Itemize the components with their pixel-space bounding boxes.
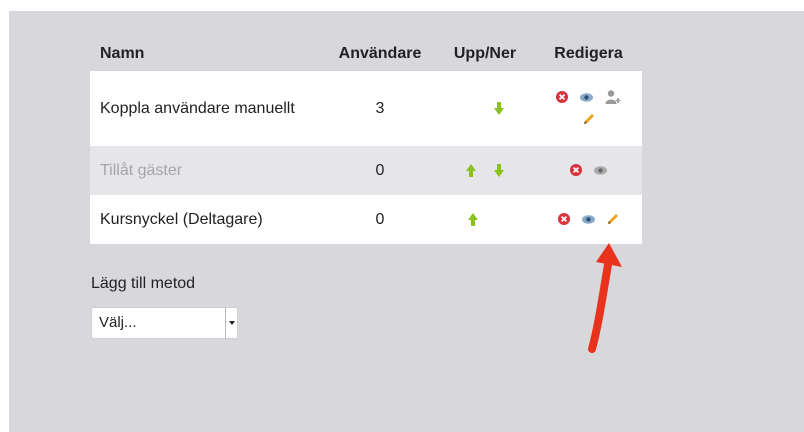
header-updown: Upp/Ner bbox=[453, 45, 517, 62]
annotation-arrow-icon bbox=[588, 243, 622, 353]
select-dropdown-button[interactable] bbox=[225, 307, 238, 339]
updown-cell bbox=[435, 146, 535, 195]
enrolment-methods-table: Namn Användare Upp/Ner Redigera Koppla a… bbox=[90, 37, 642, 244]
user-count: 3 bbox=[325, 71, 435, 146]
table-row: Koppla användare manuellt 3 bbox=[90, 71, 642, 146]
content-panel: Namn Användare Upp/Ner Redigera Koppla a… bbox=[9, 11, 804, 432]
header-name: Namn bbox=[100, 45, 145, 62]
eye-icon[interactable] bbox=[594, 166, 608, 175]
delete-icon[interactable] bbox=[557, 213, 570, 226]
edit-cell bbox=[535, 146, 642, 195]
user-count: 0 bbox=[325, 146, 435, 195]
edit-pencil-icon[interactable] bbox=[583, 113, 595, 125]
header-edit: Redigera bbox=[554, 45, 623, 62]
eye-icon[interactable] bbox=[580, 93, 593, 102]
arrow-down-icon[interactable] bbox=[494, 101, 504, 115]
method-name: Kursnyckel (Deltagare) bbox=[90, 195, 325, 244]
table-header-row: Namn Användare Upp/Ner Redigera bbox=[90, 37, 642, 71]
header-users: Användare bbox=[338, 45, 422, 62]
method-name: Tillåt gäster bbox=[90, 146, 325, 195]
arrow-down-icon[interactable] bbox=[494, 163, 505, 177]
eye-icon[interactable] bbox=[582, 215, 595, 224]
assign-user-icon[interactable] bbox=[605, 90, 621, 105]
edit-cell bbox=[535, 71, 642, 146]
chevron-down-icon bbox=[229, 321, 235, 325]
add-method-label: Lägg till metod bbox=[91, 275, 196, 292]
updown-cell bbox=[435, 71, 535, 146]
edit-cell bbox=[535, 195, 642, 244]
delete-icon[interactable] bbox=[569, 164, 582, 177]
updown-cell bbox=[435, 195, 535, 244]
user-count: 0 bbox=[325, 195, 435, 244]
edit-pencil-icon[interactable] bbox=[607, 213, 619, 225]
arrow-up-icon[interactable] bbox=[465, 163, 476, 177]
arrow-up-icon[interactable] bbox=[468, 212, 478, 226]
add-method-select[interactable]: Välj... bbox=[91, 307, 238, 339]
delete-icon[interactable] bbox=[555, 91, 568, 104]
method-name: Koppla användare manuellt bbox=[90, 71, 325, 146]
select-value: Välj... bbox=[99, 314, 137, 331]
table-row: Kursnyckel (Deltagare) 0 bbox=[90, 195, 642, 244]
table-row: Tillåt gäster 0 bbox=[90, 146, 642, 195]
